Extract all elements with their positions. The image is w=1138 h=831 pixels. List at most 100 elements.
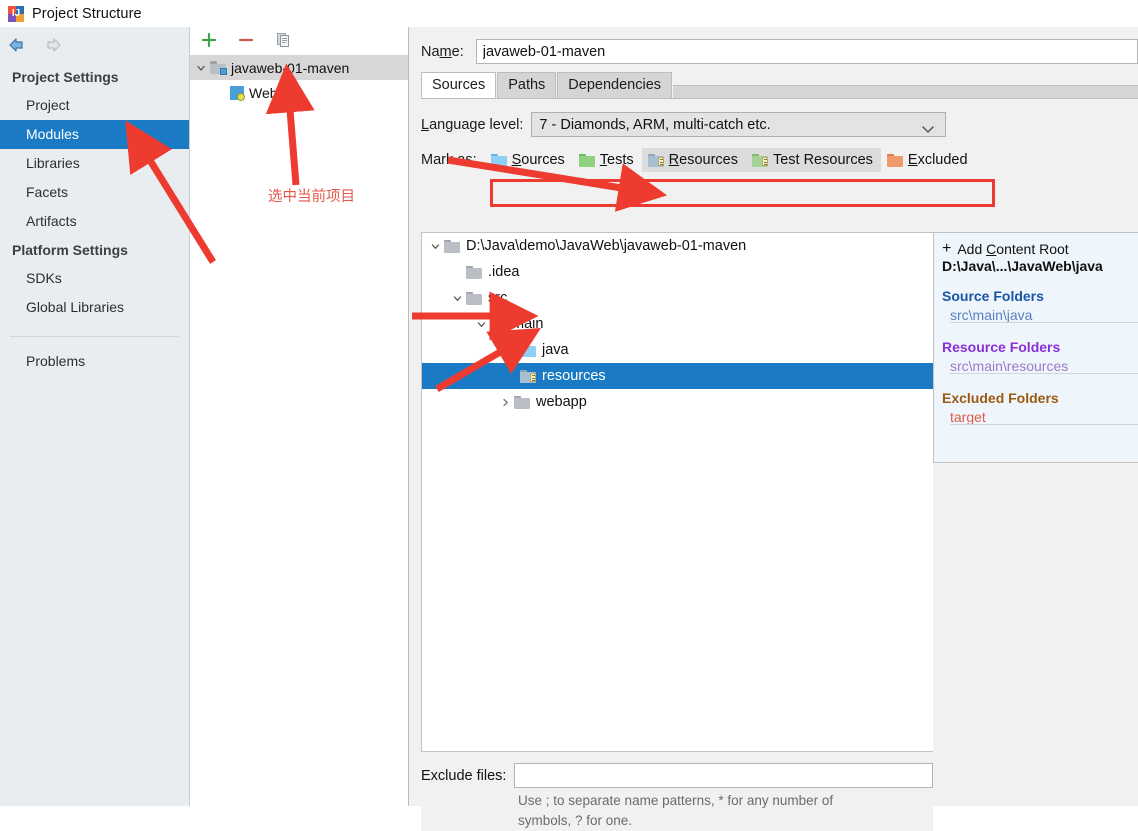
folder-blue-icon [520,343,536,357]
folder-gray-icon [466,291,482,305]
resource-folders-title: Resource Folders [942,339,1061,355]
chevron-down-icon[interactable] [472,318,490,331]
mark-as-excluded-button[interactable]: Excluded [881,148,976,172]
name-label: Name: [421,43,464,60]
folder-test-resource-icon [751,153,768,167]
content-root-path: D:\Java\...\JavaWeb\java [942,258,1103,274]
window-titlebar: IJ Project Structure [0,0,1138,27]
settings-tabs: Sources Paths Dependencies [421,72,1138,99]
modules-toolbar [190,27,408,55]
tree-row-label: src [488,290,508,306]
language-level-select[interactable]: 7 - Diamonds, ARM, multi-catch etc. [531,112,947,137]
exclude-files-hint: Use ; to separate name patterns, * for a… [421,788,918,831]
mark-as-excluded-label: Excluded [907,152,968,168]
sidebar-group-project-settings: Project Settings [12,69,119,85]
tree-row-label: D:\Java\demo\JavaWeb\javaweb-01-maven [466,238,747,254]
exclude-hint-line2: symbols, ? for one. [518,813,633,828]
tab-sources[interactable]: Sources [421,72,497,98]
item-underline [950,424,1138,425]
tree-row-content-root[interactable]: D:\Java\demo\JavaWeb\javaweb-01-maven [422,233,933,259]
tabstrip-filler [673,85,1138,98]
tree-row-idea[interactable]: .idea [422,259,933,285]
folder-gray-icon [444,239,460,253]
mark-as-tests-button[interactable]: Tests [573,148,642,172]
sidebar-item-artifacts[interactable]: Artifacts [0,207,189,236]
sidebar-item-sdks[interactable]: SDKs [0,264,189,293]
mark-as-buttons: Sources Tests Resources Test Resources E… [485,148,976,172]
module-node-javaweb-01-maven[interactable]: javaweb-01-maven [190,55,408,80]
folder-gray-icon [514,395,530,409]
folder-resource-icon [520,369,536,383]
tab-paths[interactable]: Paths [497,72,557,98]
tree-row-java[interactable]: java [422,337,933,363]
source-folder-path: src\main\java [950,307,1033,323]
mark-as-test-resources-label: Test Resources [772,152,873,168]
sidebar-group-platform-settings: Platform Settings [12,242,128,258]
module-folder-icon [210,61,227,75]
mark-as-label: Mark as: [421,152,477,168]
folder-resource-icon [647,153,664,167]
remove-module-button[interactable] [237,31,257,51]
plus-icon: + [942,240,952,257]
language-level-value: 7 - Diamonds, ARM, multi-catch etc. [539,116,771,133]
tree-row-label: resources [542,368,606,384]
language-level-row: Language level: 7 - Diamonds, ARM, multi… [409,99,1138,137]
folder-green-icon [578,153,595,167]
exclude-files-label: Exclude files: [421,767,507,784]
arrow-right-icon [42,36,64,54]
tree-row-resources[interactable]: resources [422,363,933,389]
module-node-web[interactable]: Web [190,80,408,105]
arrow-left-icon[interactable] [6,36,28,54]
exclude-files-area: Exclude files: Use ; to separate name pa… [421,752,933,831]
content-root-info-panel: + Add Content Root D:\Java\...\JavaWeb\j… [933,232,1138,463]
annotation-note-select-project: 选中当前项目 [268,189,355,205]
copy-icon[interactable] [274,31,294,51]
resource-folder-item[interactable]: src\main\resources [942,358,1138,374]
tree-row-main[interactable]: main [422,311,933,337]
chevron-down-icon[interactable] [194,61,208,75]
excluded-folder-item[interactable]: target [942,409,1138,425]
content-root-tree[interactable]: D:\Java\demo\JavaWeb\javaweb-01-maven .i… [421,232,933,752]
add-content-root-button[interactable]: + Add Content Root [942,240,1138,258]
sidebar-item-facets[interactable]: Facets [0,178,189,207]
folder-gray-icon [490,317,506,331]
tree-row-src[interactable]: src [422,285,933,311]
chevron-down-icon[interactable] [426,240,444,253]
sidebar-item-modules[interactable]: Modules [0,120,189,149]
mark-as-sources-button[interactable]: Sources [485,148,573,172]
chevron-right-icon[interactable] [496,396,514,409]
tree-row-webapp[interactable]: webapp [422,389,933,415]
source-folders-title: Source Folders [942,288,1044,304]
add-content-root-label: Add Content Root [957,241,1069,257]
tab-dependencies[interactable]: Dependencies [557,72,673,98]
exclude-files-input[interactable] [514,763,933,788]
settings-sidebar: Project Settings Project Modules Librari… [0,27,190,806]
mark-as-row: Mark as: Sources Tests Resources Test Re… [409,137,1138,172]
tree-row-label: webapp [536,394,587,410]
folder-orange-icon [886,153,903,167]
sidebar-divider [10,336,179,337]
tree-row-label: java [542,342,569,358]
sidebar-item-problems[interactable]: Problems [0,347,189,376]
sidebar-item-global-libraries[interactable]: Global Libraries [0,293,189,322]
item-underline [950,373,1138,374]
module-node-label: javaweb-01-maven [231,59,350,76]
web-facet-icon [230,85,245,101]
mark-as-resources-label: Resources [668,152,738,168]
module-name-input[interactable] [475,39,1138,64]
mark-as-test-resources-button[interactable]: Test Resources [745,148,881,172]
sidebar-nav-arrows [0,27,189,63]
name-row: Name: [409,27,1138,72]
sidebar-item-project[interactable]: Project [0,91,189,120]
add-module-button[interactable] [200,31,220,51]
sidebar-item-libraries[interactable]: Libraries [0,149,189,178]
item-underline [950,322,1138,323]
window-title: Project Structure [32,5,142,22]
source-folder-item[interactable]: src\main\java [942,307,1138,323]
intellij-idea-icon: IJ [8,5,24,22]
mark-as-resources-button[interactable]: Resources [641,148,746,172]
folder-blue-icon [490,153,507,167]
exclude-files-row: Exclude files: [421,752,933,788]
chevron-down-icon[interactable] [448,292,466,305]
excluded-folder-path: target [950,409,986,425]
